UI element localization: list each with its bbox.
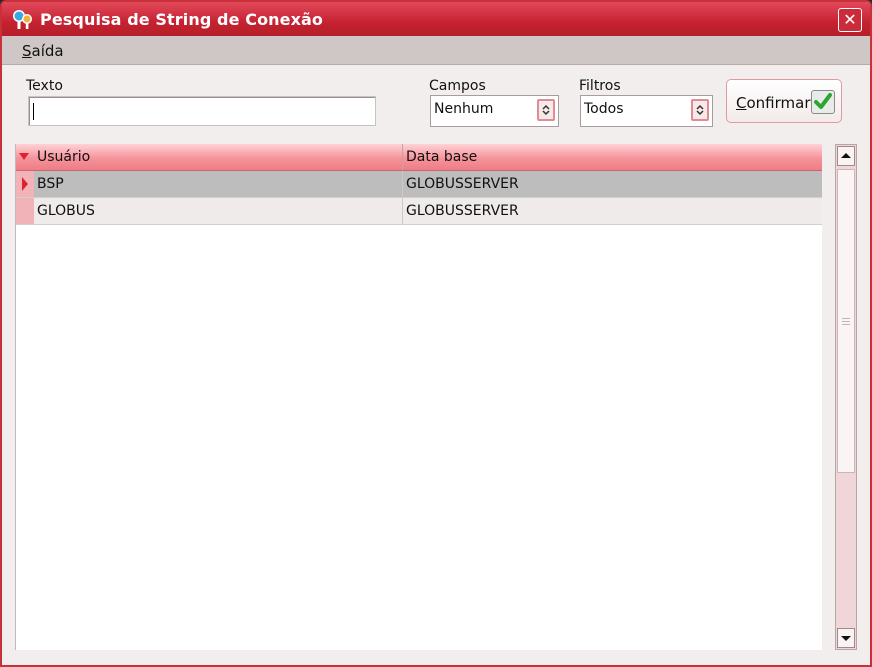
menu-bar: Saída: [2, 36, 870, 65]
cell-usuario: GLOBUS: [34, 198, 403, 224]
texto-label: Texto: [26, 78, 63, 94]
campos-select-value: Nenhum: [434, 101, 494, 117]
app-icon: [13, 10, 32, 29]
grip-line: [842, 318, 850, 319]
title-bar: Pesquisa de String de Conexão ✕: [2, 2, 870, 36]
confirm-label: Confirmar: [736, 94, 811, 112]
window-title: Pesquisa de String de Conexão: [40, 10, 324, 29]
grip-line: [842, 321, 850, 322]
confirm-button[interactable]: Confirmar: [726, 79, 842, 123]
cell-usuario: BSP: [34, 171, 403, 197]
menu-item-saida[interactable]: Saída: [22, 42, 64, 60]
column-header-database[interactable]: Data base: [403, 144, 822, 170]
up-down-arrows-icon: [542, 104, 550, 116]
confirm-mnemonic: C: [736, 94, 747, 112]
up-down-arrows-icon: [696, 104, 704, 116]
sort-down-icon: [19, 153, 29, 160]
grid-header: Usuário Data base: [16, 144, 822, 171]
arrow-up-icon: [841, 153, 851, 158]
connection-string-search-window: Pesquisa de String de Conexão ✕ Saída Te…: [0, 0, 872, 667]
close-icon: ✕: [843, 10, 857, 29]
menu-item-saida-label: aída: [31, 42, 64, 60]
campos-label: Campos: [429, 78, 486, 94]
column-header-usuario[interactable]: Usuário: [34, 144, 403, 170]
row-indicator: [16, 171, 34, 197]
menu-item-saida-mnemonic: S: [22, 42, 32, 60]
campos-dropdown-button[interactable]: [537, 99, 555, 121]
grip-line: [842, 324, 850, 325]
filtros-dropdown-button[interactable]: [691, 99, 709, 121]
current-row-arrow-icon: [22, 177, 28, 191]
filtros-select-value: Todos: [584, 101, 624, 117]
results-grid: Usuário Data base BSP GLOBUSSERVER GLOBU…: [15, 144, 822, 650]
cell-database: GLOBUSSERVER: [406, 176, 519, 192]
text-caret: [33, 103, 34, 120]
scroll-down-button[interactable]: [837, 628, 855, 648]
filtros-select[interactable]: Todos: [580, 95, 713, 127]
table-row[interactable]: BSP GLOBUSSERVER: [16, 171, 822, 198]
vertical-scrollbar[interactable]: [835, 144, 857, 650]
campos-select[interactable]: Nenhum: [430, 95, 559, 127]
cell-database: GLOBUSSERVER: [406, 203, 519, 219]
close-button[interactable]: ✕: [838, 8, 862, 32]
texto-input[interactable]: [28, 96, 376, 126]
scroll-up-button[interactable]: [837, 146, 855, 166]
scrollbar-thumb[interactable]: [837, 169, 855, 473]
filtros-label: Filtros: [579, 78, 621, 94]
header-indicator: [16, 144, 34, 170]
arrow-down-icon: [841, 636, 851, 641]
confirm-label-rest: onfirmar: [746, 94, 811, 112]
table-row[interactable]: GLOBUS GLOBUSSERVER: [16, 198, 822, 225]
checkmark-icon: [811, 90, 835, 114]
row-indicator: [16, 198, 34, 224]
